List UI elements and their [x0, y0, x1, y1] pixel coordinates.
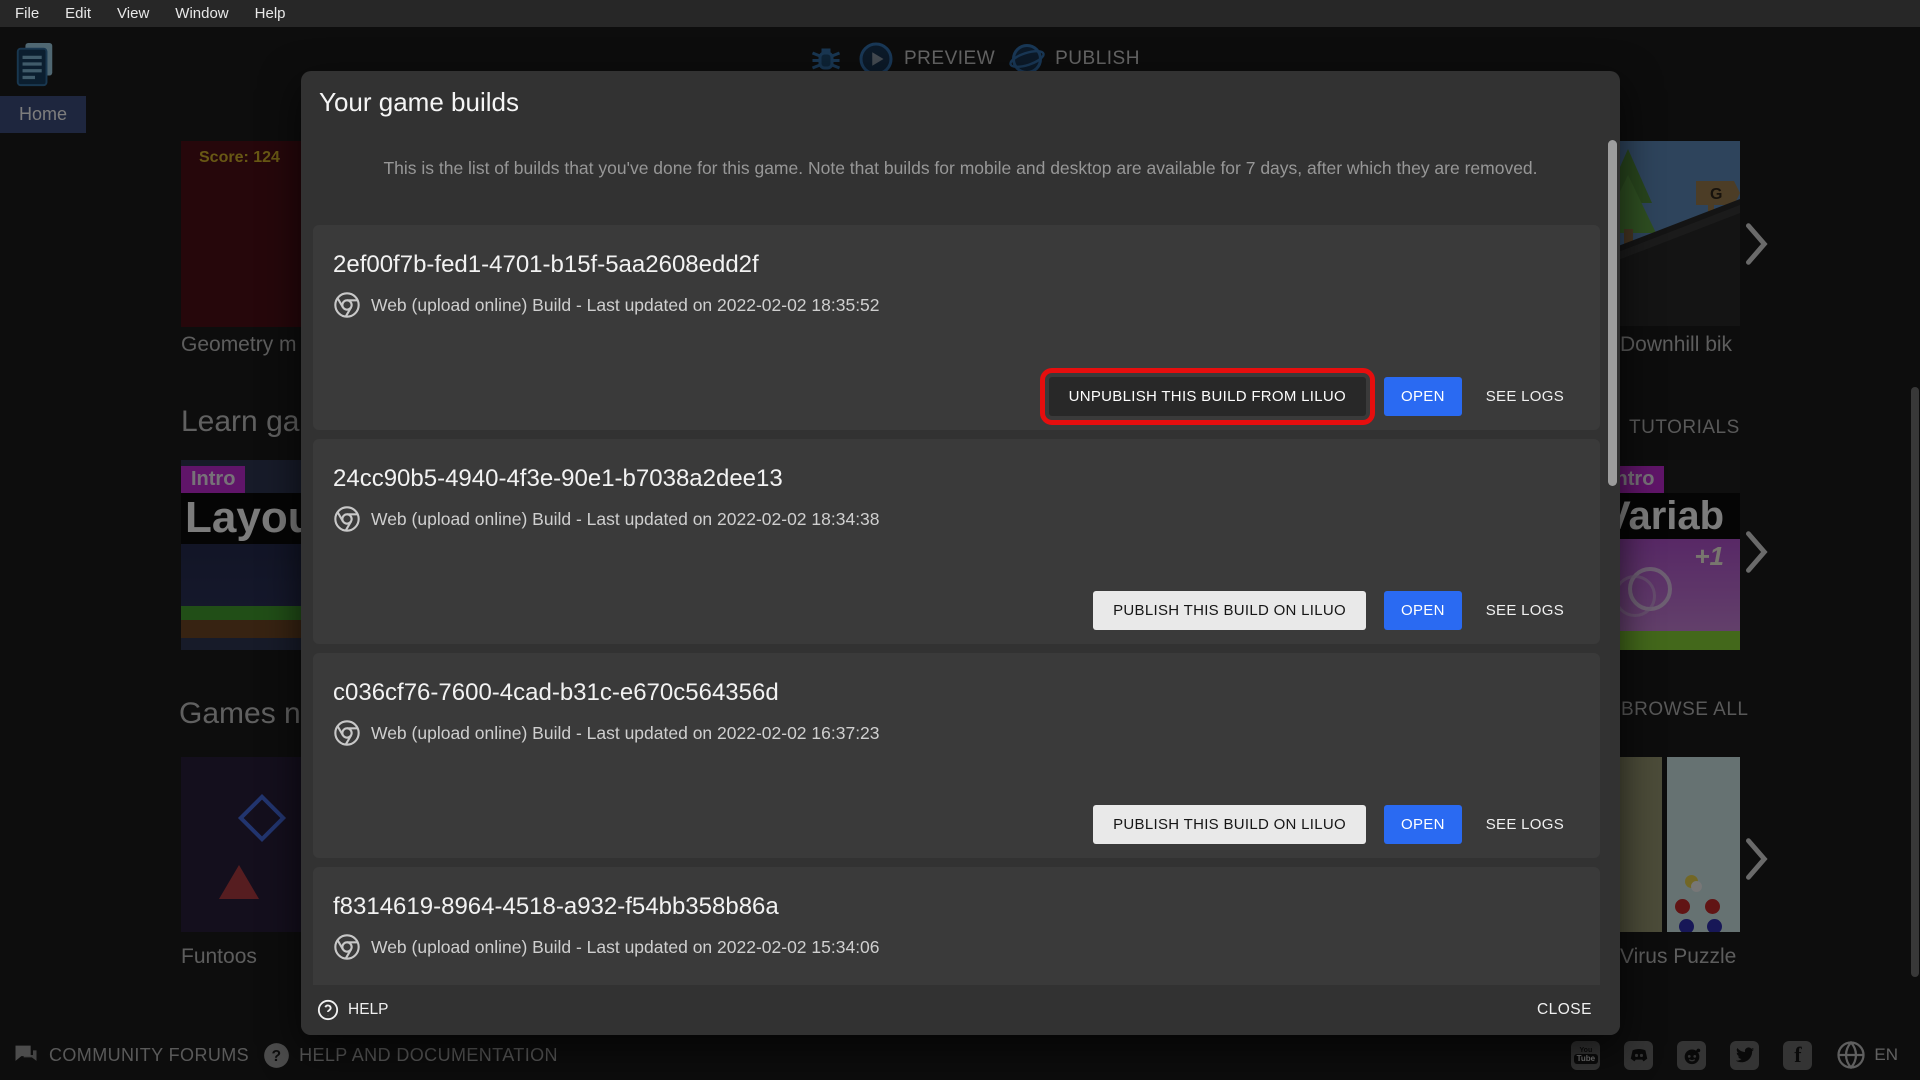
build-primary-button[interactable]: PUBLISH THIS BUILD ON LILUO — [1093, 591, 1366, 630]
build-open-button[interactable]: OPEN — [1384, 377, 1462, 416]
build-card: f8314619-8964-4518-a932-f54bb358b86a Web… — [313, 867, 1600, 985]
build-primary-button[interactable]: PUBLISH THIS BUILD ON LILUO — [1093, 805, 1366, 844]
builds-list: 2ef00f7b-fed1-4701-b15f-5aa2608edd2f Web… — [313, 225, 1600, 985]
menu-item-help[interactable]: Help — [242, 1, 299, 26]
dialog-title: Your game builds — [319, 87, 519, 118]
build-primary-button[interactable]: UNPUBLISH THIS BUILD FROM LILUO — [1049, 377, 1366, 416]
chrome-icon — [333, 719, 361, 747]
build-open-button[interactable]: OPEN — [1384, 805, 1462, 844]
menu-item-window[interactable]: Window — [162, 1, 241, 26]
build-info: Web (upload online) Build - Last updated… — [371, 295, 880, 316]
build-actions: UNPUBLISH THIS BUILD FROM LILUO OPEN SEE… — [333, 377, 1570, 416]
build-id: 24cc90b5-4940-4f3e-90e1-b7038a2dee13 — [333, 465, 1570, 493]
menu-item-edit[interactable]: Edit — [52, 1, 104, 26]
app-window: File Edit View Window Help — [0, 0, 1920, 1080]
build-id: 2ef00f7b-fed1-4701-b15f-5aa2608edd2f — [333, 251, 1570, 279]
builds-dialog: Your game builds This is the list of bui… — [301, 71, 1620, 1035]
dialog-scrollbar[interactable] — [1608, 140, 1617, 486]
build-card: 24cc90b5-4940-4f3e-90e1-b7038a2dee13 Web… — [313, 439, 1600, 644]
menu-item-file[interactable]: File — [2, 1, 52, 26]
menu-bar: File Edit View Window Help — [0, 0, 1920, 27]
chrome-icon — [333, 933, 361, 961]
build-id: c036cf76-7600-4cad-b31c-e670c564356d — [333, 679, 1570, 707]
help-button[interactable]: HELP — [317, 999, 389, 1021]
help-circle-icon — [317, 999, 339, 1021]
build-card: c036cf76-7600-4cad-b31c-e670c564356d Web… — [313, 653, 1600, 858]
dialog-bottom-bar: HELP CLOSE — [301, 985, 1620, 1035]
build-logs-button[interactable]: SEE LOGS — [1480, 593, 1570, 629]
build-actions: PUBLISH THIS BUILD ON LILUO OPEN SEE LOG… — [333, 805, 1570, 844]
build-actions: PUBLISH THIS BUILD ON LILUO OPEN SEE LOG… — [333, 591, 1570, 630]
help-label: HELP — [348, 1001, 389, 1019]
build-logs-button[interactable]: SEE LOGS — [1480, 379, 1570, 415]
build-card: 2ef00f7b-fed1-4701-b15f-5aa2608edd2f Web… — [313, 225, 1600, 430]
chrome-icon — [333, 505, 361, 533]
build-id: f8314619-8964-4518-a932-f54bb358b86a — [333, 893, 1570, 921]
menu-item-view[interactable]: View — [104, 1, 162, 26]
chrome-icon — [333, 291, 361, 319]
dialog-description: This is the list of builds that you've d… — [361, 155, 1560, 181]
build-open-button[interactable]: OPEN — [1384, 591, 1462, 630]
build-info: Web (upload online) Build - Last updated… — [371, 509, 880, 530]
build-info: Web (upload online) Build - Last updated… — [371, 937, 880, 958]
close-button[interactable]: CLOSE — [1537, 1001, 1592, 1019]
build-logs-button[interactable]: SEE LOGS — [1480, 807, 1570, 843]
build-info: Web (upload online) Build - Last updated… — [371, 723, 880, 744]
